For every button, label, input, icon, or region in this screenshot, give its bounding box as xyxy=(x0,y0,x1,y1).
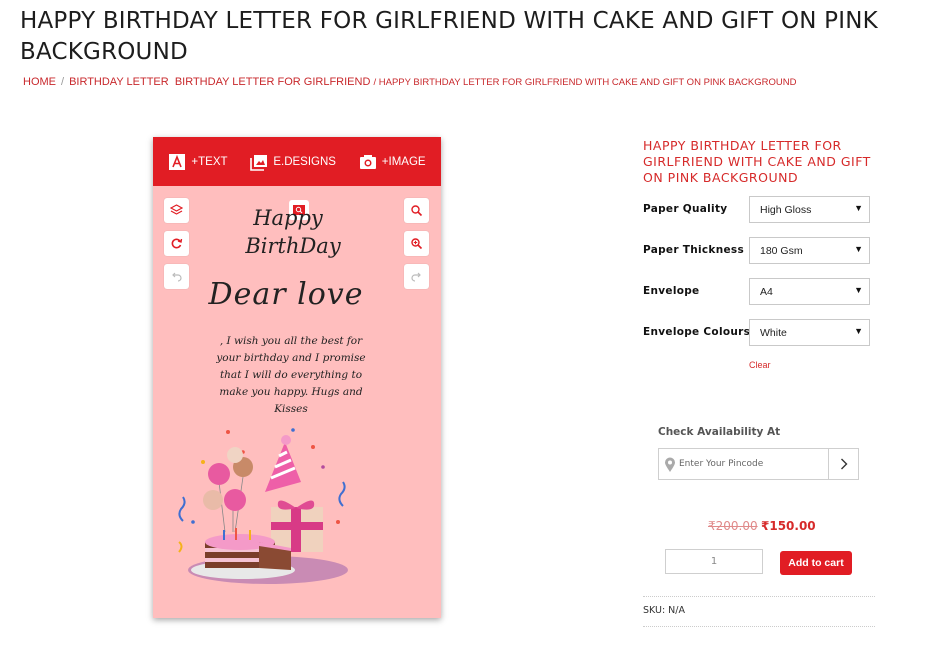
layers-button[interactable] xyxy=(164,198,189,223)
quantity-input[interactable] xyxy=(665,549,763,574)
rotate-button[interactable] xyxy=(164,231,189,256)
divider xyxy=(643,596,875,597)
check-pincode-button[interactable] xyxy=(828,449,859,479)
select-value: A4 xyxy=(760,286,773,298)
select-value: High Gloss xyxy=(760,204,812,216)
select-value: 180 Gsm xyxy=(760,245,803,257)
pincode-input[interactable] xyxy=(679,450,827,478)
gallery-icon xyxy=(250,154,268,171)
clear-options-link[interactable]: Clear xyxy=(749,360,771,370)
paper-quality-select[interactable]: High Gloss ▼ xyxy=(749,196,870,223)
undo-button[interactable] xyxy=(164,264,189,289)
option-label: Envelope xyxy=(643,285,700,297)
option-paper-quality: Paper Quality High Gloss ▼ xyxy=(643,196,871,223)
envelope-select[interactable]: A4 ▼ xyxy=(749,278,870,305)
camera-icon xyxy=(359,154,376,169)
add-image-label: +IMAGE xyxy=(381,155,426,168)
zoom-in-button[interactable] xyxy=(404,231,429,256)
text-icon xyxy=(169,153,186,170)
option-envelope: Envelope A4 ▼ xyxy=(643,278,871,305)
layers-icon xyxy=(170,204,183,215)
zoom-in-icon xyxy=(411,238,423,250)
dropdown-arrow-icon: ▼ xyxy=(854,203,863,213)
location-pin-icon xyxy=(665,457,675,472)
envelope-colours-select[interactable]: White ▼ xyxy=(749,319,870,346)
card-birthday-text[interactable]: BirthDay xyxy=(233,233,353,259)
breadcrumb-birthday-letter[interactable]: BIRTHDAY LETTER xyxy=(69,76,169,88)
breadcrumb-current: / HAPPY BIRTHDAY LETTER FOR GIRLFRIEND W… xyxy=(373,77,797,88)
designs-label: E.DESIGNS xyxy=(273,155,336,168)
cake-and-gift-illustration[interactable] xyxy=(173,422,363,587)
dropdown-arrow-icon: ▼ xyxy=(854,244,863,254)
search-icon xyxy=(411,205,423,217)
divider xyxy=(643,626,875,627)
pincode-box xyxy=(658,448,859,480)
sku-text: SKU: N/A xyxy=(643,605,685,616)
product-title: HAPPY BIRTHDAY LETTER FOR GIRLFRIEND WIT… xyxy=(643,138,871,185)
breadcrumb: HOME / BIRTHDAY LETTER BIRTHDAY LETTER FOR… xyxy=(23,76,797,88)
breadcrumb-birthday-letter-girlfriend[interactable]: BIRTHDAY LETTER FOR GIRLFRIEND xyxy=(175,76,371,88)
availability-label: Check Availability At xyxy=(658,426,781,438)
add-to-cart-button[interactable]: Add to cart xyxy=(780,551,852,575)
add-text-label: +TEXT xyxy=(191,155,228,168)
zoom-button[interactable] xyxy=(404,198,429,223)
chevron-right-icon xyxy=(841,458,848,470)
designs-button[interactable]: E.DESIGNS xyxy=(250,153,336,171)
option-envelope-colours: Envelope Colours White ▼ xyxy=(643,319,871,346)
card-editor: +TEXT E.DESIGNS +IMAGE Happy BirthDay De… xyxy=(153,137,441,618)
sale-price: ₹150.00 xyxy=(761,519,816,533)
option-label: Envelope Colours xyxy=(643,326,751,338)
card-happy-text[interactable]: Happy xyxy=(233,205,343,231)
add-text-button[interactable]: +TEXT xyxy=(168,153,228,171)
undo-icon xyxy=(172,272,182,282)
page-title: HAPPY BIRTHDAY LETTER FOR GIRLFRIEND WIT… xyxy=(20,8,878,65)
paper-thickness-select[interactable]: 180 Gsm ▼ xyxy=(749,237,870,264)
option-label: Paper Thickness xyxy=(643,244,745,256)
redo-button[interactable] xyxy=(404,264,429,289)
card-message-text[interactable]: , I wish you all the best for your birth… xyxy=(211,333,371,418)
editor-toolbar: +TEXT E.DESIGNS +IMAGE xyxy=(153,137,441,186)
dropdown-arrow-icon: ▼ xyxy=(854,326,863,336)
option-paper-thickness: Paper Thickness 180 Gsm ▼ xyxy=(643,237,871,264)
add-image-button[interactable]: +IMAGE xyxy=(359,153,426,171)
breadcrumb-home[interactable]: HOME xyxy=(23,76,56,88)
option-label: Paper Quality xyxy=(643,203,728,215)
redo-icon xyxy=(411,272,421,282)
card-dear-love-text[interactable]: Dear love xyxy=(191,277,381,313)
original-price: ₹200.00 xyxy=(708,519,758,533)
refresh-icon xyxy=(171,238,183,249)
dropdown-arrow-icon: ▼ xyxy=(854,285,863,295)
select-value: White xyxy=(760,327,787,339)
